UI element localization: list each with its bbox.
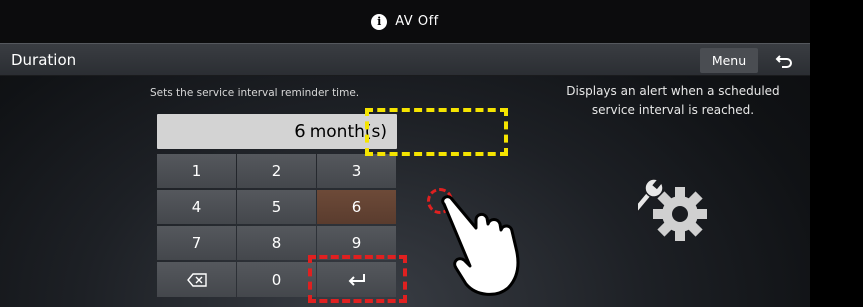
key-4[interactable]: 4 <box>157 190 236 224</box>
key-8[interactable]: 8 <box>237 226 316 260</box>
enter-highlight-box <box>308 255 407 303</box>
value-highlight-box <box>365 108 508 156</box>
menu-button[interactable]: Menu <box>700 48 758 73</box>
screen-bezel <box>810 0 863 307</box>
key-2[interactable]: 2 <box>237 154 316 188</box>
key-0[interactable]: 0 <box>237 262 316 297</box>
status-text: AV Off <box>395 14 439 29</box>
key-1[interactable]: 1 <box>157 154 236 188</box>
key-7[interactable]: 7 <box>157 226 236 260</box>
duration-value: 6 <box>294 121 306 142</box>
status-bar: i AV Off <box>0 0 810 43</box>
backspace-key[interactable] <box>157 262 236 297</box>
key-5[interactable]: 5 <box>237 190 316 224</box>
duration-input-field[interactable]: 6 month(s) <box>157 114 397 149</box>
title-bar: Duration Menu <box>0 43 810 76</box>
key-6[interactable]: 6 <box>317 190 396 224</box>
help-text: Displays an alert when a scheduled servi… <box>566 84 780 117</box>
page-title: Duration <box>11 50 77 69</box>
pointing-hand-icon <box>441 195 520 296</box>
infotainment-screen: i AV Off Duration Menu Sets the service … <box>0 0 810 307</box>
backspace-icon <box>186 272 207 287</box>
key-3[interactable]: 3 <box>317 154 396 188</box>
info-icon: i <box>371 13 388 30</box>
description-text: Sets the service interval reminder time. <box>150 87 360 99</box>
back-button[interactable] <box>762 48 806 73</box>
back-arrow-icon <box>775 54 792 68</box>
service-gear-icon <box>624 176 718 246</box>
